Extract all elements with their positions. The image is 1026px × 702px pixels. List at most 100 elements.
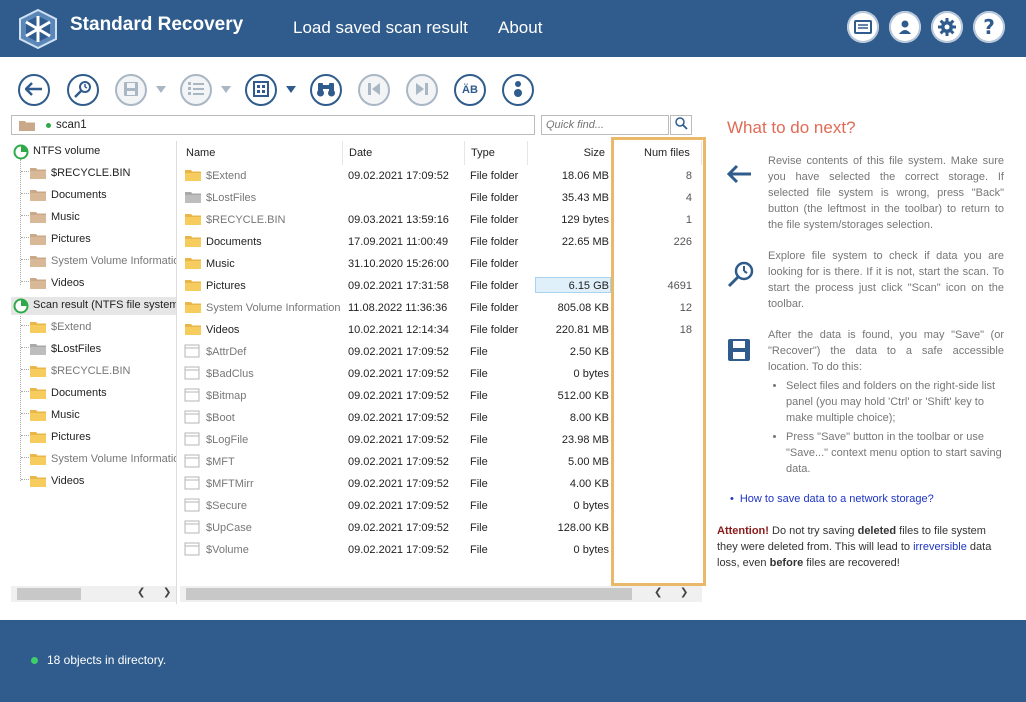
row-size: 0 bytes <box>573 544 609 556</box>
row-date: 09.02.2021 17:09:52 <box>348 390 449 402</box>
tree-item[interactable]: $Extend <box>11 319 176 337</box>
tree-connector <box>21 347 29 348</box>
row-size: 220.81 MB <box>555 324 609 336</box>
save-button[interactable] <box>115 74 147 106</box>
tree-item[interactable]: Pictures <box>11 429 176 447</box>
tree-connector <box>21 457 29 458</box>
row-type: File <box>470 390 488 402</box>
tree-item[interactable]: Videos <box>11 473 176 491</box>
table-row[interactable]: Pictures 09.02.2021 17:31:58 File folder 6.… <box>180 275 702 297</box>
info-button[interactable] <box>502 74 534 106</box>
tree-item[interactable]: Music <box>11 209 176 227</box>
list-horizontal-scrollbar[interactable]: ❮ ❯ <box>180 586 702 602</box>
tree-item[interactable]: Scan result (NTFS file system; <box>11 297 176 315</box>
attention-label: Attention! <box>717 525 769 537</box>
row-date: 09.02.2021 17:09:52 <box>348 368 449 380</box>
scroll-right-icon[interactable]: ❯ <box>163 587 171 598</box>
row-num-files: 1 <box>685 214 692 226</box>
path-bar[interactable]: scan1 <box>11 115 535 135</box>
next-icon <box>415 82 429 99</box>
tree-item[interactable]: System Volume Informatio <box>11 253 176 271</box>
column-header-size[interactable]: Size <box>528 141 612 165</box>
row-date: 09.02.2021 17:09:52 <box>348 170 449 182</box>
row-type: File folder <box>470 236 519 248</box>
tree-item[interactable]: $RECYCLE.BIN <box>11 165 176 183</box>
row-name: System Volume Information <box>206 302 341 314</box>
table-row[interactable]: Videos 10.02.2021 12:14:34 File folder 220.… <box>180 319 702 341</box>
row-name: $LogFile <box>206 434 249 446</box>
table-row[interactable]: $Volume 09.02.2021 17:09:52 File 0 bytes <box>180 539 702 561</box>
back-button[interactable] <box>18 74 50 106</box>
scroll-right-icon[interactable]: ❯ <box>680 587 688 598</box>
scrollbar-thumb[interactable] <box>17 588 81 600</box>
display-button[interactable] <box>847 11 879 43</box>
table-row[interactable]: $Extend 09.02.2021 17:09:52 File folder 18.… <box>180 165 702 187</box>
select-icon <box>187 81 205 100</box>
tree-item[interactable]: Music <box>11 407 176 425</box>
attention-emphasis: deleted <box>857 525 897 537</box>
folder-icon <box>184 322 202 339</box>
tree-item[interactable]: NTFS volume <box>11 143 176 161</box>
menu-load-saved-scan[interactable]: Load saved scan result <box>293 18 468 38</box>
column-header-name[interactable]: Name <box>180 141 343 165</box>
network-storage-link[interactable]: How to save data to a network storage? <box>730 493 934 505</box>
help-step-explore: Explore file system to check if data you… <box>768 250 1004 310</box>
previous-button[interactable] <box>358 74 390 106</box>
scrollbar-thumb[interactable] <box>186 588 632 600</box>
table-row[interactable]: $BadClus 09.02.2021 17:09:52 File 0 bytes <box>180 363 702 385</box>
tree-item-label: Music <box>51 211 80 223</box>
explore-button[interactable] <box>67 74 99 106</box>
settings-button[interactable] <box>931 11 963 43</box>
tree-item[interactable]: System Volume Informatio <box>11 451 176 469</box>
tree-item[interactable]: $LostFiles <box>11 341 176 359</box>
help-button[interactable]: ? <box>973 11 1005 43</box>
quick-find-input[interactable] <box>541 115 669 135</box>
row-type: File <box>470 346 488 358</box>
row-num-files: 8 <box>685 170 692 182</box>
table-row[interactable]: $Secure 09.02.2021 17:09:52 File 0 bytes <box>180 495 702 517</box>
tree-connector <box>21 413 29 414</box>
column-header-num-files[interactable]: Num files <box>612 141 702 165</box>
select-button[interactable] <box>180 74 212 106</box>
select-dropdown-arrow[interactable] <box>221 86 231 93</box>
column-header-date[interactable]: Date <box>343 141 465 165</box>
table-row[interactable]: System Volume Information 11.08.2022 11:3… <box>180 297 702 319</box>
find-button[interactable] <box>310 74 342 106</box>
table-row[interactable]: $LogFile 09.02.2021 17:09:52 File 23.98 MB <box>180 429 702 451</box>
view-button[interactable] <box>245 74 277 106</box>
quick-find-button[interactable] <box>670 115 692 135</box>
tree-item[interactable]: Documents <box>11 187 176 205</box>
row-size: 23.98 MB <box>561 434 609 446</box>
table-row[interactable]: $Bitmap 09.02.2021 17:09:52 File 512.00 KB <box>180 385 702 407</box>
menu-about[interactable]: About <box>498 18 542 38</box>
save-dropdown-arrow[interactable] <box>156 86 166 93</box>
table-row[interactable]: $MFTMirr 09.02.2021 17:09:52 File 4.00 KB <box>180 473 702 495</box>
tree-item[interactable]: Pictures <box>11 231 176 249</box>
tree-item[interactable]: $RECYCLE.BIN <box>11 363 176 381</box>
attention-emphasis: irreversible <box>913 541 967 553</box>
tree-item-label: Pictures <box>51 233 91 245</box>
table-row[interactable]: $RECYCLE.BIN 09.03.2021 13:59:16 File fold… <box>180 209 702 231</box>
tree-horizontal-scrollbar[interactable]: ❮ ❯ <box>11 586 176 602</box>
user-button[interactable] <box>889 11 921 43</box>
table-row[interactable]: Music 31.10.2020 15:26:00 File folder <box>180 253 702 275</box>
scroll-left-icon[interactable]: ❮ <box>654 587 662 598</box>
folder-icon <box>184 168 202 185</box>
scroll-left-icon[interactable]: ❮ <box>137 587 145 598</box>
folder-icon <box>29 364 47 381</box>
folder-icon <box>184 212 202 229</box>
tree-item[interactable]: Documents <box>11 385 176 403</box>
case-sensitive-button[interactable]: ÄB <box>454 74 486 106</box>
view-dropdown-arrow[interactable] <box>286 86 296 93</box>
table-row[interactable]: $UpCase 09.02.2021 17:09:52 File 128.00 KB <box>180 517 702 539</box>
table-row[interactable]: Documents 17.09.2021 11:00:49 File folder 2… <box>180 231 702 253</box>
next-button[interactable] <box>406 74 438 106</box>
back-arrow-icon <box>726 164 753 187</box>
table-row[interactable]: $Boot 09.02.2021 17:09:52 File 8.00 KB <box>180 407 702 429</box>
table-row[interactable]: $LostFiles File folder 35.43 MB 4 <box>180 187 702 209</box>
table-row[interactable]: $AttrDef 09.02.2021 17:09:52 File 2.50 KB <box>180 341 702 363</box>
tree-item[interactable]: Videos <box>11 275 176 293</box>
tree-item-label: $RECYCLE.BIN <box>51 167 131 179</box>
table-row[interactable]: $MFT 09.02.2021 17:09:52 File 5.00 MB <box>180 451 702 473</box>
column-header-type[interactable]: Type <box>465 141 528 165</box>
